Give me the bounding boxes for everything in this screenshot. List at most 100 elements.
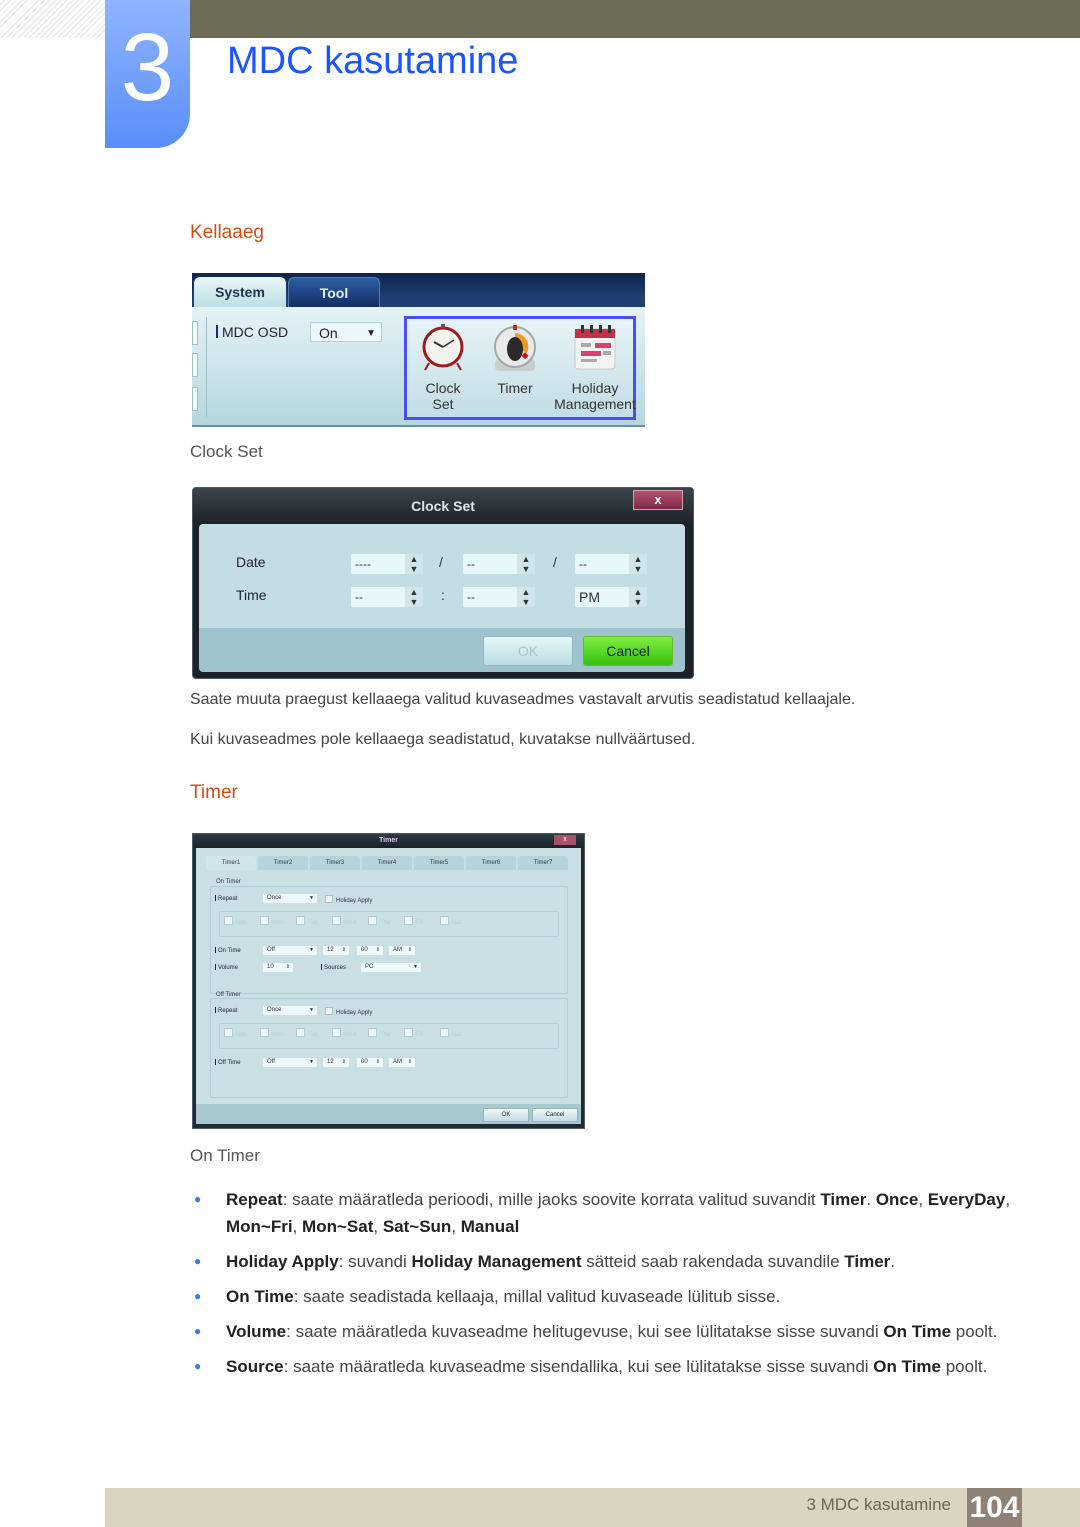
ampm-spinner[interactable]: AM ⇕ xyxy=(389,1058,415,1067)
on-time-label: On Time xyxy=(215,947,241,954)
up-down-icon[interactable]: ⇕ xyxy=(408,946,412,955)
up-down-icon[interactable]: ▲ ▼ xyxy=(517,587,535,607)
day-checkbox[interactable]: Fri xyxy=(404,916,423,926)
up-down-icon[interactable]: ⇕ xyxy=(286,963,290,972)
year-spinner[interactable]: ---- ▲ ▼ xyxy=(351,554,423,574)
day-checkbox[interactable]: Fri xyxy=(404,1028,423,1038)
day-checkbox[interactable]: Mon xyxy=(260,1028,284,1038)
off-timer-group: Repeat Once ▼ Holiday Apply Sun Mon Tue W… xyxy=(210,998,568,1098)
day-spinner[interactable]: -- ▲ ▼ xyxy=(575,554,647,574)
close-button[interactable]: x xyxy=(554,835,576,845)
up-down-icon[interactable]: ⇕ xyxy=(376,1058,380,1067)
up-down-icon[interactable]: ⇕ xyxy=(408,1058,412,1067)
day-checkbox[interactable]: Tue xyxy=(296,1028,318,1038)
tab-timer1[interactable]: Timer1 xyxy=(206,856,256,870)
ampm-value: AM xyxy=(393,1059,402,1065)
holiday-management-button[interactable]: Holiday Management xyxy=(553,323,637,412)
highlighted-icons-box: Clock Set Timer Holiday Management xyxy=(404,316,636,420)
holiday-apply-checkbox[interactable]: Holiday Apply xyxy=(325,1007,372,1016)
volume-spinner[interactable]: 10 ⇕ xyxy=(263,963,293,972)
tab-timer4[interactable]: Timer4 xyxy=(362,856,412,870)
on-time-select[interactable]: Off ▼ xyxy=(263,946,317,955)
hour-value: 12 xyxy=(327,947,334,953)
close-button[interactable]: x xyxy=(633,490,683,510)
up-down-icon[interactable]: ⇕ xyxy=(376,946,380,955)
repeat-label: Repeat xyxy=(215,1007,237,1014)
day-checkbox[interactable]: Sat xyxy=(440,1028,461,1038)
day-checkbox[interactable]: Sun xyxy=(224,916,247,926)
bullet-term: On Time xyxy=(873,1357,941,1376)
footer-chapter-label: 3 MDC kasutamine xyxy=(806,1495,951,1514)
repeat-select[interactable]: Once ▼ xyxy=(263,1006,317,1015)
minute-spinner[interactable]: 00 ⇕ xyxy=(357,946,383,955)
hour-spinner[interactable]: 12 ⇕ xyxy=(323,1058,349,1067)
tab-timer3[interactable]: Timer3 xyxy=(310,856,360,870)
month-spinner[interactable]: -- ▲ ▼ xyxy=(463,554,535,574)
off-time-label: Off Time xyxy=(215,1059,241,1066)
minute-spinner[interactable]: -- ▲ ▼ xyxy=(463,587,535,607)
calendar-icon xyxy=(574,325,616,370)
bullet-dot-icon: ● xyxy=(194,1289,202,1303)
date-separator: / xyxy=(439,554,443,570)
clock-set-button[interactable]: Clock Set xyxy=(413,323,473,412)
up-down-icon[interactable]: ⇕ xyxy=(342,1058,346,1067)
header-bar xyxy=(190,0,1080,38)
day-checkbox[interactable]: Wed xyxy=(332,916,356,926)
timer-dialog: Timer x Timer1 Timer2 Timer3 Timer4 Time… xyxy=(192,833,585,1129)
cancel-button[interactable]: Cancel xyxy=(532,1108,578,1122)
tab-timer2[interactable]: Timer2 xyxy=(258,856,308,870)
bullet-term: Once xyxy=(875,1190,919,1209)
bullet-term: On Time xyxy=(226,1287,294,1306)
minute-spinner[interactable]: 00 ⇕ xyxy=(357,1058,383,1067)
dialog-footer: OK Cancel xyxy=(196,1104,581,1124)
hour-spinner[interactable]: -- ▲ ▼ xyxy=(351,587,423,607)
cancel-button[interactable]: Cancel xyxy=(583,636,673,666)
up-down-icon[interactable]: ▲ ▼ xyxy=(629,587,647,607)
tab-timer6[interactable]: Timer6 xyxy=(466,856,516,870)
up-down-icon[interactable]: ▲ ▼ xyxy=(629,554,647,574)
repeat-select[interactable]: Once ▼ xyxy=(263,894,317,903)
ampm-spinner[interactable]: AM ⇕ xyxy=(389,946,415,955)
up-down-icon[interactable]: ⇕ xyxy=(342,946,346,955)
dialog-title: Clock Set xyxy=(193,488,693,524)
up-down-icon[interactable]: ▲ ▼ xyxy=(405,587,423,607)
hour-spinner[interactable]: 12 ⇕ xyxy=(323,946,349,955)
bullet-term: Manual xyxy=(460,1217,520,1236)
off-time-value: Off xyxy=(267,1059,275,1065)
tab-timer7[interactable]: Timer7 xyxy=(518,856,568,870)
chevron-down-icon: ▼ xyxy=(309,895,314,901)
bullet-item: ● On Time: saate seadistada kellaaja, mil… xyxy=(190,1283,1020,1310)
ampm-spinner[interactable]: PM ▲ ▼ xyxy=(575,587,647,607)
day-checkbox[interactable]: Thu xyxy=(368,1028,390,1038)
bullet-dot-icon: ● xyxy=(194,1192,202,1206)
holiday-apply-checkbox[interactable]: Holiday Apply xyxy=(325,895,372,904)
day-checkbox[interactable]: Wed xyxy=(332,1028,356,1038)
day-checkbox[interactable]: Sun xyxy=(224,1028,247,1038)
chevron-down-icon: ▼ xyxy=(309,1059,314,1065)
mdc-osd-select[interactable]: On ▼ xyxy=(310,322,382,342)
day-checkbox[interactable]: Tue xyxy=(296,916,318,926)
day-checkbox[interactable]: Mon xyxy=(260,916,284,926)
clock-set-label-2: Set xyxy=(432,396,454,412)
day-checkbox[interactable]: Sat xyxy=(440,916,461,926)
chevron-down-icon: ▼ xyxy=(309,947,314,953)
tab-system[interactable]: System xyxy=(194,277,286,307)
up-down-icon[interactable]: ▲ ▼ xyxy=(405,554,423,574)
bullet-term: Source xyxy=(226,1357,284,1376)
bullet-term: Holiday Management xyxy=(411,1252,582,1271)
tab-timer5[interactable]: Timer5 xyxy=(414,856,464,870)
up-down-icon[interactable]: ▲ ▼ xyxy=(517,554,535,574)
holiday-label-2: Management xyxy=(554,396,636,412)
volume-value: 10 xyxy=(267,964,274,970)
off-time-select[interactable]: Off ▼ xyxy=(263,1058,317,1067)
ok-button[interactable]: OK xyxy=(483,1108,529,1122)
sources-select[interactable]: PC ▼ xyxy=(361,963,421,972)
dialog-footer: OK Cancel xyxy=(199,628,685,672)
ok-button[interactable]: OK xyxy=(483,636,573,666)
timer-button[interactable]: Timer xyxy=(485,323,545,396)
tab-tool[interactable]: Tool xyxy=(288,277,380,308)
on-timer-group-label: On Timer xyxy=(216,879,241,885)
chevron-down-icon: ▼ xyxy=(366,328,376,339)
day-checkbox[interactable]: Thu xyxy=(368,916,390,926)
minute-value: 00 xyxy=(361,947,368,953)
